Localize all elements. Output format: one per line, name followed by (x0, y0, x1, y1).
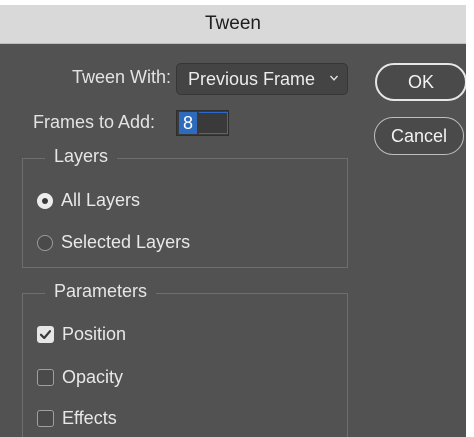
checkbox-empty-icon (37, 410, 54, 427)
radio-all-layers-label: All Layers (61, 190, 141, 210)
checkmark-icon (37, 326, 54, 343)
checkbox-opacity-label: Opacity (62, 367, 124, 387)
frames-to-add-input[interactable]: 8 (176, 110, 229, 136)
tween-with-select[interactable]: Previous Frame (176, 63, 348, 95)
parameters-group: Parameters Position Opacity Effects (22, 281, 348, 437)
radio-selected-icon (37, 192, 53, 209)
window-title: Tween (205, 13, 261, 34)
layers-group-title: Layers (45, 146, 118, 167)
radio-all-layers[interactable]: All Layers (37, 190, 140, 211)
ok-button[interactable]: OK (375, 63, 466, 101)
layers-group: Layers All Layers Selected Layers (22, 146, 348, 268)
chevron-down-icon (329, 75, 339, 81)
radio-unselected-icon (37, 234, 53, 251)
checkbox-opacity[interactable]: Opacity (37, 367, 123, 388)
checkbox-position[interactable]: Position (37, 324, 126, 345)
tween-with-label: Tween With: (71, 67, 171, 87)
parameters-group-title: Parameters (45, 281, 157, 302)
frames-to-add-label: Frames to Add: (33, 112, 156, 132)
radio-selected-layers[interactable]: Selected Layers (37, 232, 190, 253)
tween-dialog: Tween Tween With: Previous Frame Frames … (0, 5, 466, 437)
checkbox-position-label: Position (62, 324, 127, 344)
focus-ring (199, 112, 228, 134)
checkbox-empty-icon (37, 369, 54, 386)
cancel-button[interactable]: Cancel (374, 117, 464, 155)
frames-to-add-value: 8 (179, 112, 198, 134)
tween-with-value: Previous Frame (188, 68, 316, 89)
title-bar: Tween (0, 5, 466, 44)
checkbox-effects-label: Effects (62, 408, 117, 428)
radio-selected-layers-label: Selected Layers (61, 232, 191, 252)
checkbox-effects[interactable]: Effects (37, 408, 117, 429)
